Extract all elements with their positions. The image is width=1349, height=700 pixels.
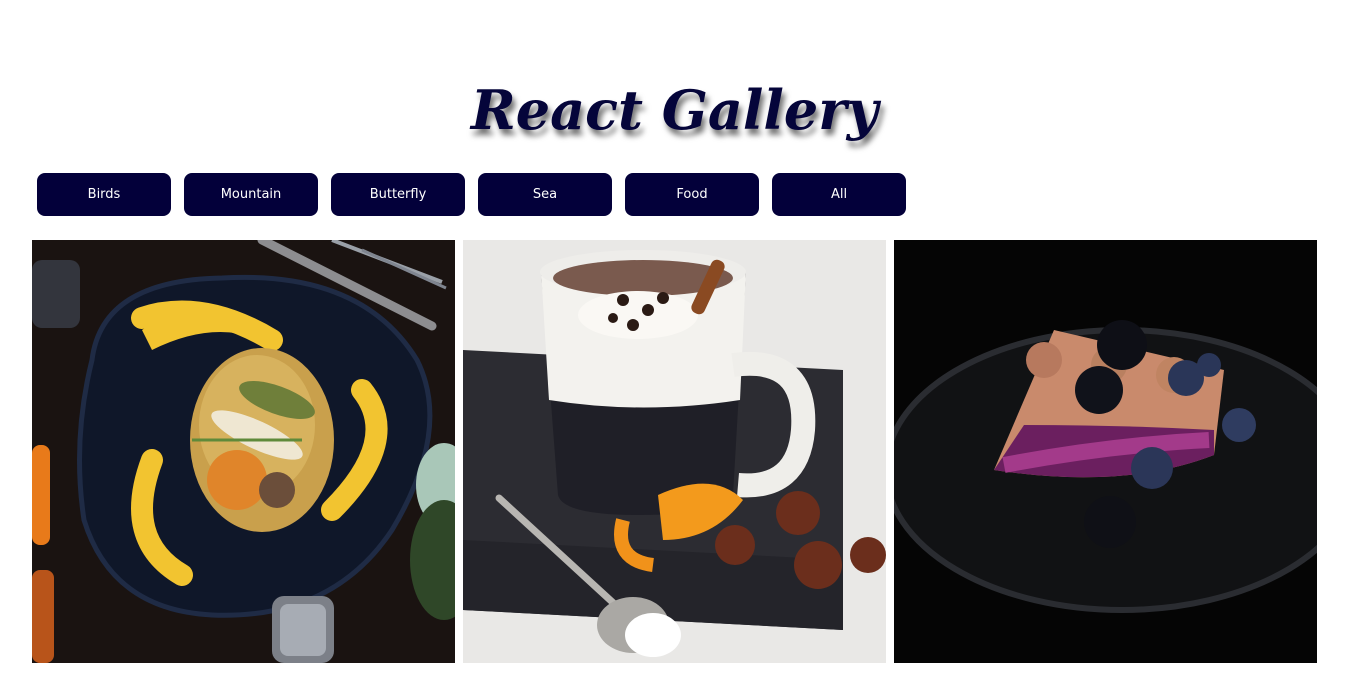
gallery-card-dish[interactable] [32, 240, 455, 663]
filter-button-food[interactable]: Food [625, 173, 759, 216]
filter-button-all[interactable]: All [772, 173, 906, 216]
hot-chocolate-image [463, 240, 886, 663]
berry-pie-image [894, 240, 1317, 663]
filter-button-sea[interactable]: Sea [478, 173, 612, 216]
gallery-page: React Gallery Birds Mountain Butterfly S… [0, 0, 1349, 700]
filter-button-mountain[interactable]: Mountain [184, 173, 318, 216]
image-grid [32, 240, 1317, 663]
gallery-card-hot-chocolate[interactable] [463, 240, 886, 663]
page-title: React Gallery [470, 78, 879, 143]
filter-button-butterfly[interactable]: Butterfly [331, 173, 465, 216]
filter-button-birds[interactable]: Birds [37, 173, 171, 216]
gallery-card-berry-pie[interactable] [894, 240, 1317, 663]
plated-dish-image [32, 240, 455, 663]
filter-bar: Birds Mountain Butterfly Sea Food All [37, 173, 906, 216]
